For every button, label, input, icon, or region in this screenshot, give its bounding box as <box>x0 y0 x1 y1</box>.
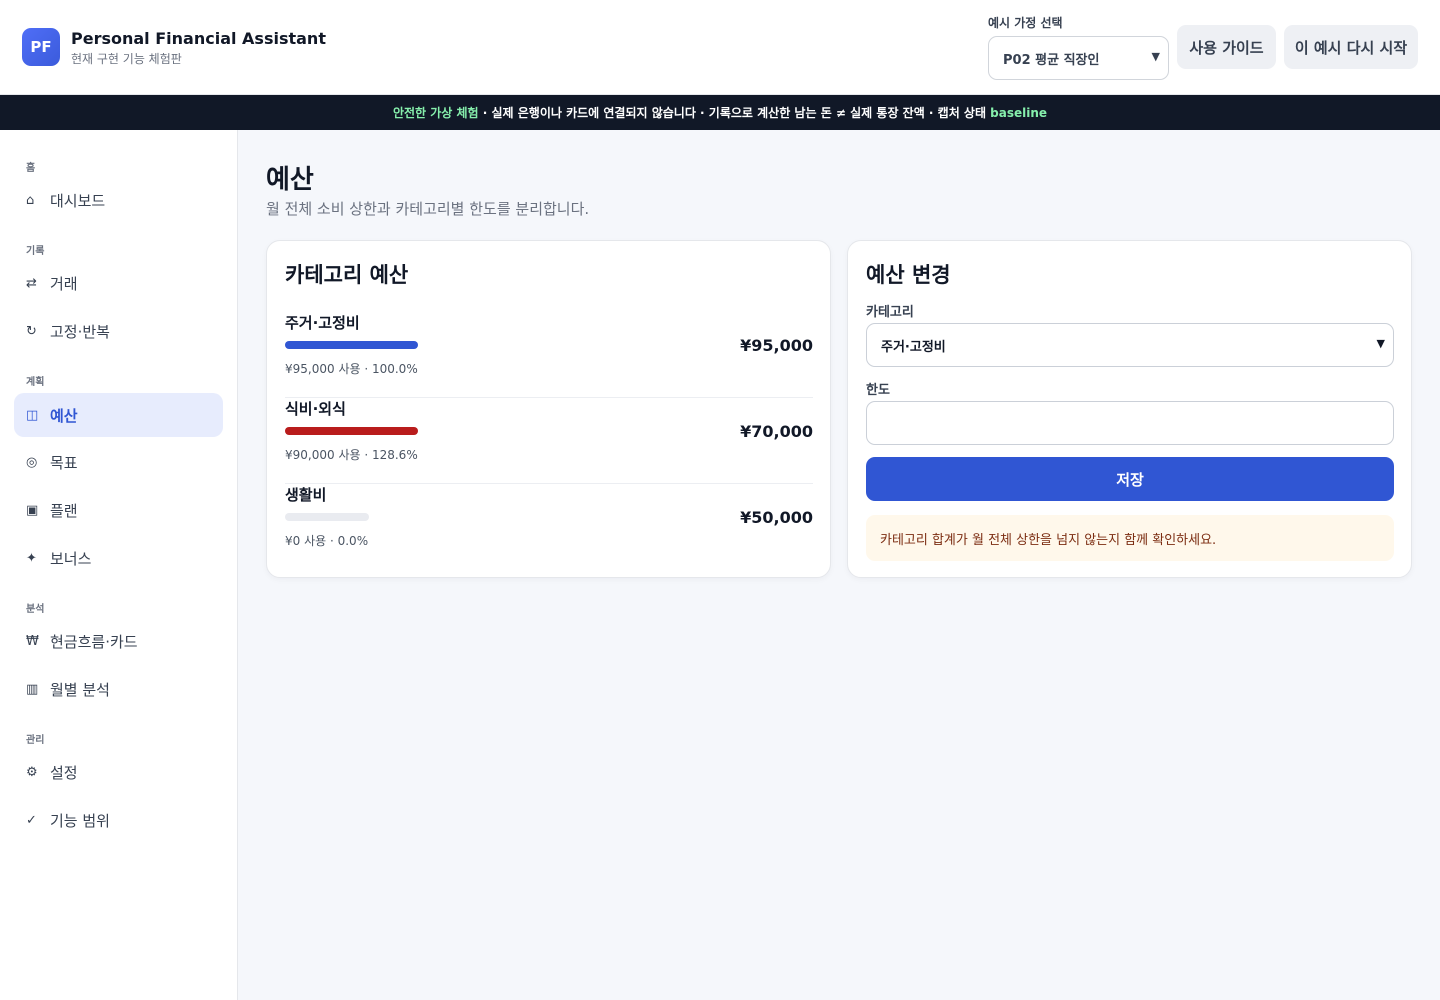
sidebar-item-monthly-analysis[interactable]: ▥ 월별 분석 <box>14 667 223 711</box>
sparkle-icon: ✦ <box>26 550 37 566</box>
budget-progress-bar <box>285 427 418 435</box>
sidebar-section-home: 홈 <box>26 163 36 174</box>
sidebar-item-label: 보너스 <box>50 549 92 568</box>
budget-category-name: 식비·외식 <box>285 400 346 418</box>
edit-budget-card: 예산 변경 카테고리 주거·고정비 ▼ 한도 저장 카테고리 합계가 월 전체 … <box>847 240 1412 578</box>
banner-state: baseline <box>990 105 1048 120</box>
app-title: Personal Financial Assistant <box>71 29 326 48</box>
category-budget-card: 카테고리 예산 주거·고정비 ¥95,000 사용 · 100.0% ¥95,0… <box>266 240 831 578</box>
budget-row: 생활비 ¥0 사용 · 0.0% ¥50,000 <box>285 484 813 570</box>
app-header: PF Personal Financial Assistant 현재 구현 기능… <box>0 0 1440 95</box>
restart-example-button[interactable]: 이 예시 다시 시작 <box>1284 25 1418 69</box>
chevron-down-icon: ▼ <box>1376 337 1385 350</box>
category-select-value: 주거·고정비 <box>881 339 946 355</box>
budget-category-name: 주거·고정비 <box>285 314 360 332</box>
sidebar-item-plan[interactable]: ▣ 플랜 <box>14 488 223 532</box>
sidebar-item-bonus[interactable]: ✦ 보너스 <box>14 536 223 580</box>
sidebar-item-transactions[interactable]: ⇄ 거래 <box>14 261 223 305</box>
persona-select-label: 예시 가정 선택 <box>988 16 1063 30</box>
sidebar-item-recurring[interactable]: ↻ 고정·반복 <box>14 309 223 353</box>
sidebar-section-analysis: 분석 <box>26 604 45 615</box>
sidebar-item-label: 예산 <box>50 406 78 425</box>
budget-limit-amount: ¥70,000 <box>740 422 813 441</box>
sidebar-item-label: 기능 범위 <box>50 811 110 830</box>
sidebar-item-label: 플랜 <box>50 501 78 520</box>
sidebar-item-goals[interactable]: ◎ 목표 <box>14 440 223 484</box>
category-select[interactable]: 주거·고정비 ▼ <box>866 323 1394 367</box>
sidebar-item-label: 목표 <box>50 453 78 472</box>
page-description: 월 전체 소비 상한과 카테고리별 한도를 분리합니다. <box>266 200 590 218</box>
sidebar-item-feature-scope[interactable]: ✓ 기능 범위 <box>14 798 223 842</box>
budget-icon: ◫ <box>26 407 39 423</box>
chevron-down-icon: ▼ <box>1151 50 1160 63</box>
banner-highlight: 안전한 가상 체험 <box>392 106 479 120</box>
sidebar-item-dashboard[interactable]: ⌂ 대시보드 <box>14 178 223 222</box>
budget-progress-bar <box>285 513 369 521</box>
limit-field-label: 한도 <box>866 383 890 398</box>
budget-row: 식비·외식 ¥90,000 사용 · 128.6% ¥70,000 <box>285 398 813 484</box>
budget-notice: 카테고리 합계가 월 전체 상한을 넘지 않는지 함께 확인하세요. <box>866 515 1394 561</box>
won-icon: ₩ <box>26 633 39 649</box>
persona-select[interactable]: P02 평균 직장인 ▼ <box>988 36 1169 80</box>
persona-select-value: P02 평균 직장인 <box>1003 52 1100 68</box>
page-title: 예산 <box>266 165 314 195</box>
budget-progress-bar <box>285 341 418 349</box>
budget-usage-text: ¥95,000 사용 · 100.0% <box>285 362 418 376</box>
sidebar-item-budget[interactable]: ◫ 예산 <box>14 393 223 437</box>
budget-limit-amount: ¥50,000 <box>740 508 813 527</box>
sidebar-item-label: 거래 <box>50 274 78 293</box>
sidebar-item-cashflow[interactable]: ₩ 현금흐름·카드 <box>14 619 223 663</box>
budget-usage-text: ¥0 사용 · 0.0% <box>285 534 369 548</box>
card-title: 예산 변경 <box>866 263 951 287</box>
category-field-label: 카테고리 <box>866 305 914 320</box>
budget-usage-text: ¥90,000 사용 · 128.6% <box>285 448 418 462</box>
sidebar-item-label: 설정 <box>50 763 78 782</box>
save-button[interactable]: 저장 <box>866 457 1394 501</box>
budget-row: 주거·고정비 ¥95,000 사용 · 100.0% ¥95,000 <box>285 312 813 398</box>
home-icon: ⌂ <box>26 192 35 208</box>
budget-limit-amount: ¥95,000 <box>740 336 813 355</box>
sidebar-section-plan: 계획 <box>26 377 45 388</box>
budget-category-name: 생활비 <box>285 486 327 504</box>
app-logo: PF <box>22 28 60 66</box>
target-icon: ◎ <box>26 454 38 470</box>
banner-text: · 실제 은행이나 카드에 연결되지 않습니다 · 기록으로 계산한 남는 돈 … <box>478 106 991 120</box>
sidebar-section-records: 기록 <box>26 246 45 257</box>
limit-input[interactable] <box>866 401 1394 445</box>
bar-chart-icon: ▥ <box>26 681 39 697</box>
guide-button[interactable]: 사용 가이드 <box>1177 25 1276 69</box>
sidebar-item-settings[interactable]: ⚙ 설정 <box>14 750 223 794</box>
sidebar: 홈 ⌂ 대시보드 기록 ⇄ 거래 ↻ 고정·반복 계획 ◫ 예산 ◎ 목표 ▣ … <box>0 130 238 1000</box>
repeat-icon: ↻ <box>26 323 37 339</box>
sidebar-section-manage: 관리 <box>26 735 45 746</box>
safety-banner: 안전한 가상 체험 · 실제 은행이나 카드에 연결되지 않습니다 · 기록으로… <box>0 95 1440 130</box>
sidebar-item-label: 현금흐름·카드 <box>50 632 138 651</box>
sidebar-item-label: 대시보드 <box>50 191 106 210</box>
check-icon: ✓ <box>26 812 37 828</box>
gear-icon: ⚙ <box>26 764 38 780</box>
sidebar-item-label: 월별 분석 <box>50 680 110 699</box>
exchange-icon: ⇄ <box>26 275 37 291</box>
sidebar-item-label: 고정·반복 <box>50 322 110 341</box>
plan-icon: ▣ <box>26 502 39 518</box>
app-subtitle: 현재 구현 기능 체험판 <box>71 52 182 66</box>
card-title: 카테고리 예산 <box>285 263 409 287</box>
